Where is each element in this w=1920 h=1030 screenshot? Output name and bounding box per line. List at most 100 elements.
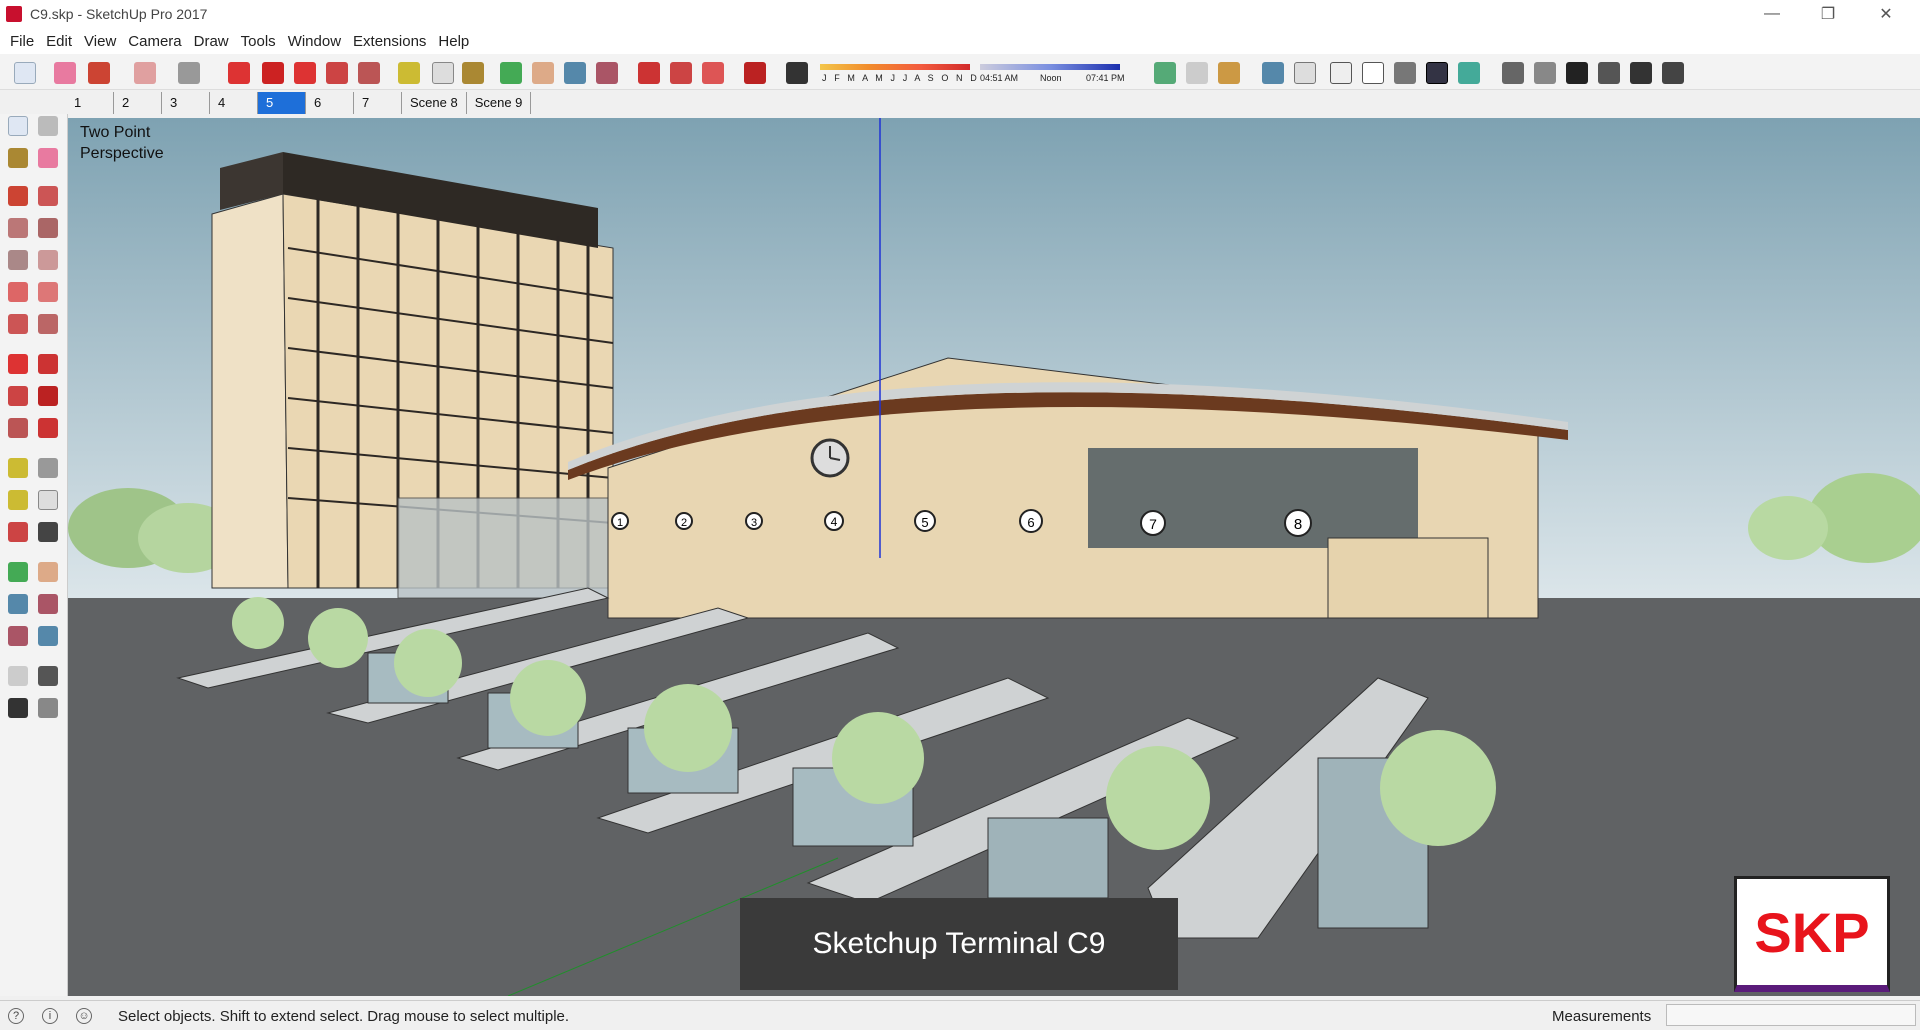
scale-tool-icon[interactable] xyxy=(358,62,380,84)
zoom-window-icon[interactable] xyxy=(38,594,58,614)
orbit-icon[interactable] xyxy=(500,62,522,84)
move-tool-icon[interactable] xyxy=(294,62,316,84)
rotate-tool-icon[interactable] xyxy=(8,386,28,406)
menu-help[interactable]: Help xyxy=(432,33,475,50)
polygon-tool-icon[interactable] xyxy=(38,250,58,270)
menu-window[interactable]: Window xyxy=(282,33,347,50)
rotate-tool-icon[interactable] xyxy=(326,62,348,84)
menu-file[interactable]: File xyxy=(4,33,40,50)
eraser-icon[interactable] xyxy=(38,148,58,168)
protractor-icon[interactable] xyxy=(8,490,28,510)
follow-me-icon[interactable] xyxy=(262,62,284,84)
dimension-tool-icon[interactable] xyxy=(38,458,58,478)
scene-tab-1[interactable]: 1 xyxy=(66,92,114,114)
offset-tool-icon[interactable] xyxy=(38,418,58,438)
iso-view-icon[interactable] xyxy=(1502,62,1524,84)
zoom-icon[interactable] xyxy=(564,62,586,84)
shaded-textures-style-icon[interactable] xyxy=(1426,62,1448,84)
rectangle-tool-icon[interactable] xyxy=(134,62,156,84)
front-view-icon[interactable] xyxy=(1566,62,1588,84)
close-icon[interactable]: ✕ xyxy=(1858,0,1914,28)
section-plane-icon[interactable] xyxy=(1186,62,1208,84)
menu-draw[interactable]: Draw xyxy=(188,33,235,50)
push-pull-icon[interactable] xyxy=(228,62,250,84)
info-icon[interactable]: i xyxy=(42,1008,58,1024)
menu-camera[interactable]: Camera xyxy=(122,33,187,50)
shadows-toggle-icon[interactable] xyxy=(786,62,808,84)
axes-tool-icon[interactable] xyxy=(8,522,28,542)
extension-warehouse-icon[interactable] xyxy=(744,62,766,84)
circle-tool-icon[interactable] xyxy=(178,62,200,84)
back-view-icon[interactable] xyxy=(1630,62,1652,84)
select-tool-icon[interactable] xyxy=(8,116,28,136)
paint-bucket-icon[interactable] xyxy=(8,148,28,168)
scene-tab-4[interactable]: 4 xyxy=(210,92,258,114)
line-tool-icon[interactable] xyxy=(8,186,28,206)
walk-icon[interactable] xyxy=(8,698,28,718)
text-tool-icon[interactable] xyxy=(38,490,58,510)
zoom-extents-icon[interactable] xyxy=(8,626,28,646)
menu-view[interactable]: View xyxy=(78,33,122,50)
tape-measure-icon[interactable] xyxy=(398,62,420,84)
monochrome-style-icon[interactable] xyxy=(1458,62,1480,84)
push-pull-icon[interactable] xyxy=(38,354,58,374)
menu-tools[interactable]: Tools xyxy=(235,33,282,50)
pan-icon[interactable] xyxy=(38,562,58,582)
restore-icon[interactable]: ❐ xyxy=(1800,0,1856,28)
scene-tab-6[interactable]: 6 xyxy=(306,92,354,114)
freehand-icon[interactable] xyxy=(38,186,58,206)
select-tool-icon[interactable] xyxy=(14,62,36,84)
shaded-style-icon[interactable] xyxy=(1394,62,1416,84)
text-tool-icon[interactable] xyxy=(432,62,454,84)
line-tool-icon[interactable] xyxy=(88,62,110,84)
scale-tool-icon[interactable] xyxy=(8,418,28,438)
xray-style-icon[interactable] xyxy=(1262,62,1284,84)
two-point-arc-icon[interactable] xyxy=(38,282,58,302)
eraser-icon[interactable] xyxy=(54,62,76,84)
position-camera-icon[interactable] xyxy=(1154,62,1176,84)
user-account-icon[interactable]: ☺ xyxy=(76,1008,92,1024)
section-plane-icon[interactable] xyxy=(38,698,58,718)
components-icon[interactable] xyxy=(670,62,692,84)
top-view-icon[interactable] xyxy=(1534,62,1556,84)
3d-text-icon[interactable] xyxy=(38,522,58,542)
scene-tab-8[interactable]: Scene 8 xyxy=(402,92,467,114)
previous-view-icon[interactable] xyxy=(38,626,58,646)
scene-tab-2[interactable]: 2 xyxy=(114,92,162,114)
month-slider[interactable] xyxy=(820,64,970,70)
pie-tool-icon[interactable] xyxy=(38,314,58,334)
share-model-icon[interactable] xyxy=(702,62,724,84)
position-camera-icon[interactable] xyxy=(8,666,28,686)
measurements-input[interactable] xyxy=(1666,1004,1916,1026)
follow-me-icon[interactable] xyxy=(38,386,58,406)
orbit-icon[interactable] xyxy=(8,562,28,582)
time-slider[interactable] xyxy=(980,64,1120,70)
model-viewport[interactable]: 1 2 3 4 5 6 7 8 xyxy=(68,118,1920,996)
rectangle-tool-icon[interactable] xyxy=(8,218,28,238)
zoom-extents-icon[interactable] xyxy=(596,62,618,84)
arc-tool-icon[interactable] xyxy=(8,282,28,302)
rotated-rectangle-icon[interactable] xyxy=(38,218,58,238)
geo-location-icon[interactable]: ? xyxy=(8,1008,24,1024)
tape-measure-icon[interactable] xyxy=(8,458,28,478)
menu-edit[interactable]: Edit xyxy=(40,33,78,50)
menu-extensions[interactable]: Extensions xyxy=(347,33,432,50)
right-view-icon[interactable] xyxy=(1598,62,1620,84)
hidden-line-style-icon[interactable] xyxy=(1362,62,1384,84)
move-tool-icon[interactable] xyxy=(8,354,28,374)
make-component-icon[interactable] xyxy=(38,116,58,136)
pan-icon[interactable] xyxy=(532,62,554,84)
scene-tab-9[interactable]: Scene 9 xyxy=(467,92,532,114)
minimize-icon[interactable]: — xyxy=(1744,0,1800,28)
wireframe-style-icon[interactable] xyxy=(1330,62,1352,84)
look-around-icon[interactable] xyxy=(38,666,58,686)
back-edges-style-icon[interactable] xyxy=(1294,62,1316,84)
paint-bucket-icon[interactable] xyxy=(462,62,484,84)
circle-tool-icon[interactable] xyxy=(8,250,28,270)
left-view-icon[interactable] xyxy=(1662,62,1684,84)
scene-tab-3[interactable]: 3 xyxy=(162,92,210,114)
three-point-arc-icon[interactable] xyxy=(8,314,28,334)
scene-tab-7[interactable]: 7 xyxy=(354,92,402,114)
walk-icon[interactable] xyxy=(1218,62,1240,84)
3d-warehouse-icon[interactable] xyxy=(638,62,660,84)
